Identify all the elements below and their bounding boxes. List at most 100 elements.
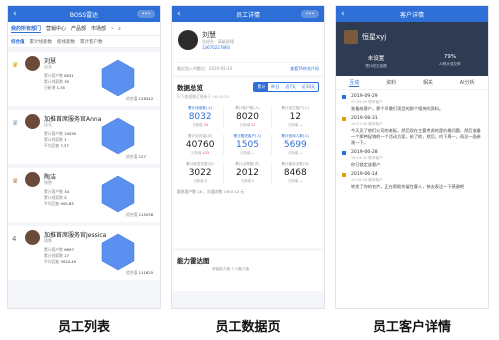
- tab-related[interactable]: 相关: [423, 79, 433, 86]
- entry-date: 2019-09-29: [351, 94, 378, 99]
- employee-card[interactable]: ♛ 刘慧 店长 累计客户数 8031 累计线索数 35 日新增 1,35 综合值 1…: [8, 52, 160, 106]
- avatar: [25, 172, 40, 187]
- sort-tabs: 综合值 累计线索数 新线索数 累计客户数: [8, 36, 160, 48]
- entry-text: 今天见了他们公司的老板，然后现在主要考虑的是价格问题，然后准备一个那种促销的一个…: [351, 128, 481, 145]
- employee-role: 销售: [44, 180, 52, 185]
- timeline-dot-icon: [342, 173, 346, 177]
- metric-cell[interactable]: 累计客户数(人) 8020 日新增 21: [224, 106, 272, 127]
- sort-tab-total-leads[interactable]: 累计线索数: [30, 39, 53, 45]
- metric-cell[interactable]: 累计咨询人数(人) 5699 日新增 —: [272, 134, 319, 155]
- employee-card[interactable]: ♛ 陶洁 销售 累计客户数 34 累计线索数 5 平均回复 905.83 综合值 1…: [8, 168, 160, 222]
- title-bar: ‹ 员工详情 •••: [172, 6, 324, 22]
- join-label: 最近加入AI雷达：: [177, 66, 209, 71]
- metric-cell[interactable]: 累计保存次数(次) 8468 日新增 —: [272, 162, 319, 183]
- metric-daily: 日新增 2: [193, 179, 207, 183]
- metric-daily: 日新增 21: [239, 123, 256, 127]
- avatar: [25, 56, 40, 71]
- period-yesterday[interactable]: 昨日: [268, 83, 282, 91]
- employee-phone[interactable]: 13670227860: [202, 45, 230, 50]
- back-icon[interactable]: ‹: [13, 8, 17, 20]
- stat-line: 平均回复 905.83: [44, 201, 74, 206]
- metric-daily: 日新增 —: [288, 179, 303, 183]
- employee-card[interactable]: ♛ 加推首席服务官Anna 店长 累计客户数 10050 累计线索数 1 平均回复 …: [8, 110, 160, 164]
- radar-labels: 获客能力值 个人魅力值: [212, 267, 250, 271]
- interaction-timeline: 2019-09-29 07:55:09 联系客户 准备给客户，那个早晚们项目的那…: [336, 90, 488, 308]
- entry-date: 2019-06-28: [351, 150, 378, 155]
- metric-cell[interactable]: 累计跟进客户(人) 1505 日新增 —: [224, 134, 272, 155]
- entry-time: 11:35:34 联系客户: [351, 178, 383, 182]
- stat-label: 预计成交金额: [365, 64, 387, 68]
- employee-card[interactable]: 4 加推首席服务官Jessica 销售 累计客户数 6997 累计线索数 27 平均…: [8, 226, 160, 280]
- avatar: [178, 30, 198, 50]
- composite-score: 综合值 128342: [126, 96, 154, 101]
- chevron-right-icon[interactable]: ›: [111, 26, 113, 32]
- department-tabs: 我的所有部门 营销中心 产品部 市场部 › ⌕: [8, 22, 160, 36]
- avatar: [344, 30, 358, 44]
- metric-label: 累计访问量(次): [187, 134, 213, 138]
- employee-list: ♛ 刘慧 店长 累计客户数 8031 累计线索数 35 日新增 1,35 综合值 1…: [8, 52, 160, 280]
- period-total[interactable]: 累计: [254, 83, 269, 91]
- search-icon[interactable]: ⌕: [118, 26, 121, 32]
- composite-score: 综合值 111625: [126, 270, 154, 275]
- tab-market-department[interactable]: 市场部: [91, 25, 106, 32]
- screenshot-stage: ‹ BOSS雷达 ••• 我的所有部门 营销中心 产品部 市场部 › ⌕ 综合值…: [0, 0, 499, 340]
- update-time: 以下数据最近更新于 16:41:31: [177, 94, 230, 99]
- metric-daily: 日新增 —: [240, 151, 255, 155]
- metric-cell[interactable]: 累计转发次数(次) 3022 日新增 2: [177, 162, 225, 183]
- sort-tab-new-leads[interactable]: 新线索数: [57, 39, 75, 45]
- title-bar: ‹ 客户详情: [336, 6, 488, 22]
- metric-cell[interactable]: 累计访问量(次) 40760 日新增 433: [177, 134, 225, 155]
- more-icon[interactable]: •••: [301, 10, 319, 18]
- tab-product-department[interactable]: 产品部: [71, 25, 86, 32]
- radar-title: 能力雷达图: [177, 257, 210, 265]
- metric-cell[interactable]: 累计线索数(人) 8032 日新增 24: [177, 106, 225, 127]
- period-7-days[interactable]: 近7天: [282, 83, 299, 91]
- employee-name: 加推首席服务官Jessica: [44, 232, 107, 239]
- employee-name: 加推首席服务官Anna: [44, 116, 102, 123]
- join-date: 2019-05-14: [208, 66, 233, 71]
- metric-value: 8468: [283, 168, 307, 178]
- employee-profile: 刘慧 总经办 · 高级经理 13670227860: [172, 22, 324, 62]
- radar-hexagon: [101, 175, 135, 213]
- metric-label: 累计保存次数(次): [281, 162, 310, 166]
- metric-cell[interactable]: 累计成交客户(人) 12 日新增 —: [272, 106, 319, 127]
- period-selector: 累计 昨日 近7天 近30天: [253, 82, 319, 92]
- timeline-entry: 2019-09-29 07:55:09 联系客户 准备给客户，那个早晚们项目的那…: [342, 94, 482, 112]
- timeline-entry: 2019-06-14 11:35:34 联系客户 转发了你的名片，正在帮助你留住…: [342, 172, 482, 190]
- timeline-entry: 2019-08-31 16:51:35 联系客户 今天见了他们公司的老板，然后现…: [342, 116, 482, 146]
- stat-line: 平均回复 7.37: [44, 143, 69, 148]
- back-icon[interactable]: ‹: [341, 8, 345, 20]
- caption-customer-detail: 员工客户详情: [372, 320, 451, 335]
- employee-role: 店长: [44, 64, 52, 69]
- tab-profile[interactable]: 资料: [386, 79, 396, 86]
- radar-hexagon: [101, 233, 135, 271]
- crown-gold-icon: ♛: [12, 61, 19, 69]
- tab-all-departments[interactable]: 我的所有部门: [11, 25, 42, 33]
- metric-value: 8020: [236, 112, 259, 122]
- tab-ai-analysis[interactable]: AI分析: [460, 79, 475, 86]
- metric-value: 40760: [185, 140, 215, 150]
- metric-value: 2012: [236, 168, 259, 178]
- customer-name: 恒星xyj: [362, 33, 387, 41]
- period-30-days[interactable]: 近30天: [299, 83, 318, 91]
- more-icon[interactable]: •••: [137, 10, 155, 18]
- tab-marketing-center[interactable]: 营销中心: [46, 25, 66, 32]
- customer-detail-phone: ‹ 客户详情 恒星xyj 未设置 预计成交金额 79% AI预计成交率 互动 资…: [335, 5, 489, 309]
- entry-date: 2019-08-31: [351, 116, 378, 121]
- stat-deal-amount: 未设置 预计成交金额: [346, 54, 406, 69]
- entry-date: 2019-06-14: [351, 172, 378, 177]
- entry-text: 转发了你的名片，正在帮助你留住客人，快去表达一下感谢吧: [351, 184, 465, 189]
- metrics-grid: 累计线索数(人) 8032 日新增 24 累计客户数(人) 8020 日新增 2…: [177, 106, 319, 183]
- back-icon[interactable]: ‹: [177, 8, 181, 20]
- timeline-dot-icon: [342, 95, 346, 99]
- sort-tab-total-customers[interactable]: 累计客户数: [80, 39, 103, 45]
- sort-tab-composite[interactable]: 综合值: [11, 39, 25, 45]
- view-card-code-link[interactable]: 查看TA的名片码: [290, 66, 319, 72]
- stat-line: 日新增 1,35: [44, 85, 66, 90]
- stat-ai-rate: 79% AI预计成交率: [420, 54, 480, 67]
- metric-cell[interactable]: 累计点赞数(次) 2012 日新增 2: [224, 162, 272, 183]
- metric-label: 累计转发次数(次): [186, 162, 215, 166]
- customer-header: 恒星xyj 未设置 预计成交金额 79% AI预计成交率: [336, 22, 488, 76]
- tab-interaction[interactable]: 互动: [349, 79, 360, 87]
- metric-value: 3022: [188, 168, 212, 178]
